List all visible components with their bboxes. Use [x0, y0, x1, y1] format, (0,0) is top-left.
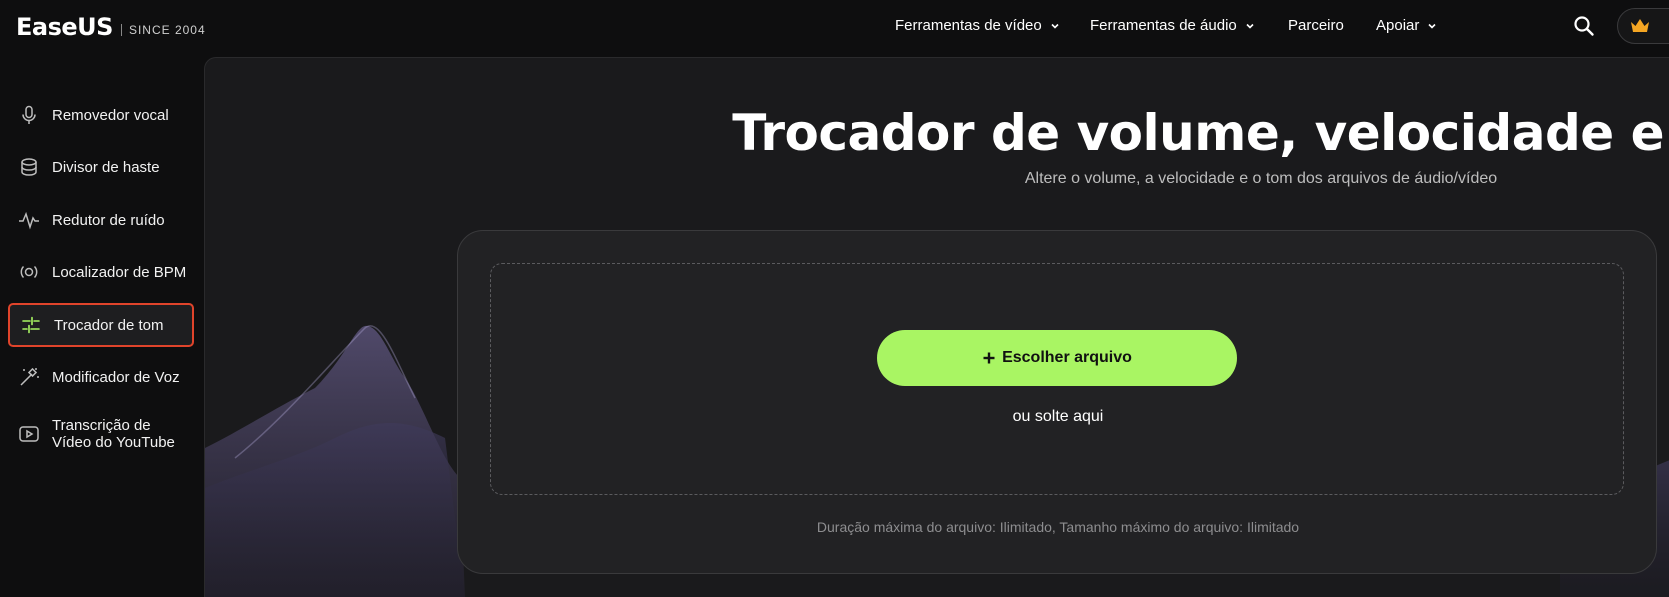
plus-icon — [983, 352, 995, 364]
top-header: EaseUS SINCE 2004 Ferramentas de vídeo F… — [0, 0, 1669, 54]
sidebar-item-label: Trocador de tom — [54, 316, 164, 334]
nav-audio-tools-label: Ferramentas de áudio — [1090, 17, 1237, 34]
sliders-icon — [22, 316, 40, 334]
sidebar-item-label: Redutor de ruído — [52, 211, 165, 229]
brand-logo[interactable]: EaseUS SINCE 2004 — [16, 12, 206, 42]
chevron-down-icon — [1051, 23, 1059, 29]
video-play-icon — [19, 426, 39, 442]
nav-partner[interactable]: Parceiro — [1288, 17, 1344, 34]
file-limits-note: Duração máxima do arquivo: Ilimitado, Ta… — [816, 519, 1300, 535]
chevron-down-icon — [1246, 23, 1254, 29]
logo-wordmark: EaseUS — [16, 13, 113, 41]
sidebar-item-label: Removedor vocal — [52, 106, 169, 124]
nav-video-tools[interactable]: Ferramentas de vídeo — [895, 17, 1060, 34]
nav-partner-label: Parceiro — [1288, 17, 1344, 34]
choose-file-label: Escolher arquivo — [1002, 349, 1132, 366]
choose-file-button[interactable]: Escolher arquivo — [877, 330, 1237, 386]
waveform-icon — [19, 211, 39, 230]
sidebar-item-bpm-finder[interactable]: Localizador de BPM — [8, 250, 194, 294]
sidebar-item-vocal-remover[interactable]: Removedor vocal — [8, 93, 194, 137]
microphone-icon — [22, 105, 36, 124]
file-dropzone[interactable]: Escolher arquivo ou solte aqui — [490, 263, 1624, 495]
sidebar-item-stem-splitter[interactable]: Divisor de haste — [8, 145, 194, 189]
stack-icon — [21, 158, 37, 176]
sidebar-item-youtube-transcription[interactable]: Transcrição de Vídeo do YouTube — [8, 408, 194, 460]
page-title: Trocador de volume, velocidade e tom — [732, 104, 1669, 162]
drop-hint: ou solte aqui — [1012, 408, 1104, 425]
radio-wave-icon — [20, 265, 38, 279]
nav-video-tools-label: Ferramentas de vídeo — [895, 17, 1042, 34]
sidebar-item-pitch-changer[interactable]: Trocador de tom — [8, 303, 194, 347]
nav-audio-tools[interactable]: Ferramentas de áudio — [1090, 17, 1255, 34]
sidebar-item-voice-changer[interactable]: Modificador de Voz — [8, 355, 194, 399]
account-button[interactable] — [1617, 8, 1669, 44]
nav-support[interactable]: Apoiar — [1376, 17, 1437, 34]
search-icon[interactable] — [1573, 15, 1595, 37]
page-subtitle: Altere o volume, a velocidade e o tom do… — [1024, 170, 1498, 187]
sidebar-item-label: Modificador de Voz — [52, 368, 180, 386]
logo-since-label: SINCE 2004 — [120, 24, 206, 36]
sidebar: Removedor vocal Divisor de haste Redutor… — [0, 54, 204, 587]
sidebar-item-label: Transcrição de Vídeo do YouTube — [52, 417, 175, 451]
sidebar-item-label: Divisor de haste — [52, 158, 160, 176]
upload-card: Escolher arquivo ou solte aqui Duração m… — [457, 230, 1657, 574]
sidebar-item-noise-reducer[interactable]: Redutor de ruído — [8, 198, 194, 242]
sidebar-item-label: Localizador de BPM — [52, 263, 187, 281]
main-panel: Trocador de volume, velocidade e tom Alt… — [204, 57, 1669, 597]
chevron-down-icon — [1428, 23, 1436, 29]
nav-support-label: Apoiar — [1376, 17, 1420, 34]
magic-wand-icon — [20, 367, 39, 386]
crown-icon — [1631, 19, 1649, 32]
